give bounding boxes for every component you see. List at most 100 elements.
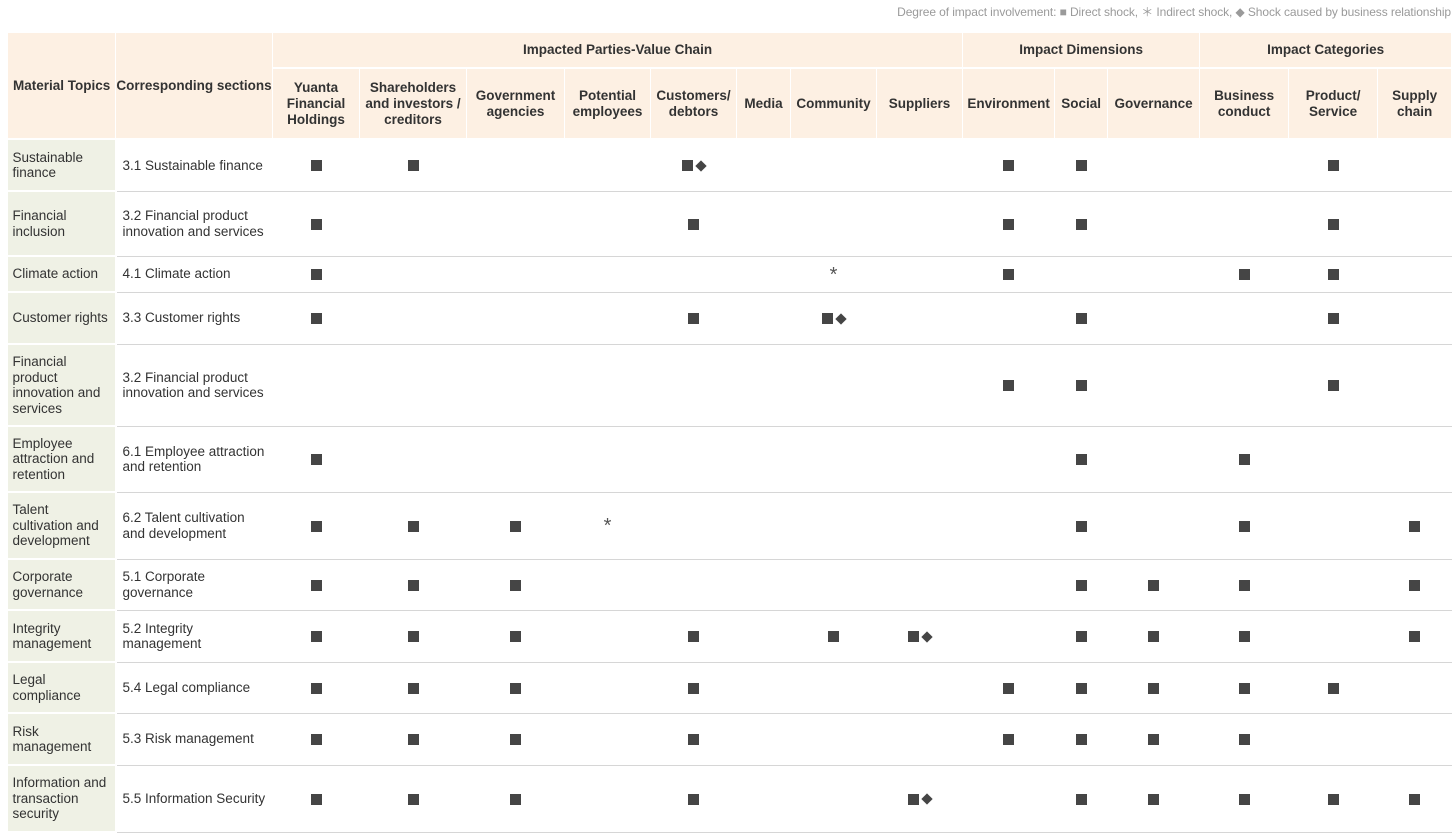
row-section: 5.2 Integrity management <box>115 610 273 663</box>
cell-governance <box>1107 292 1200 345</box>
direct-shock-icon <box>310 160 322 172</box>
cell-government-agencies <box>466 713 565 766</box>
cell-potential-employees <box>564 256 651 293</box>
direct-shock-icon <box>1409 579 1421 591</box>
cell-potential-employees <box>564 662 651 714</box>
cell-customers-debtors <box>650 713 737 766</box>
direct-shock-icon <box>1238 631 1250 643</box>
row-section: 5.1 Corporate governance <box>115 559 273 611</box>
header-group-impacted-parties-value-chain: Impacted Parties-Value Chain <box>271 33 964 69</box>
row-section: 5.5 Information Security <box>115 765 273 833</box>
row-topic: Risk management <box>7 713 117 766</box>
cell-potential-employees <box>564 344 651 427</box>
cell-suppliers <box>876 256 963 293</box>
direct-shock-icon <box>1003 160 1015 172</box>
cell-social <box>1054 610 1108 663</box>
cell-suppliers <box>876 191 963 257</box>
cell-shareholders-and-investors-creditors <box>359 292 467 345</box>
direct-shock-icon <box>407 631 419 643</box>
direct-shock-icon <box>1327 313 1339 325</box>
direct-shock-icon <box>1327 269 1339 281</box>
cell-shareholders-and-investors-creditors <box>359 191 467 257</box>
cell-customers-debtors <box>650 765 737 833</box>
cell-product-service <box>1288 765 1378 833</box>
cell-environment <box>962 139 1055 192</box>
cell-business-conduct <box>1199 292 1289 345</box>
cell-governance <box>1107 492 1200 560</box>
direct-shock-icon <box>682 160 693 172</box>
header-col-potential-employees: Potential employees <box>564 68 651 140</box>
cell-environment <box>962 191 1055 257</box>
cell-business-conduct <box>1199 191 1289 257</box>
table-row: Information and transaction security 5.5 … <box>7 765 1452 833</box>
table-row: Financial inclusion 3.2 Financial product… <box>7 191 1452 257</box>
cell-community <box>790 426 877 493</box>
cell-yuanta-financial-holdings <box>272 765 360 833</box>
cell-potential-employees <box>564 713 651 766</box>
cell-business-conduct <box>1199 713 1289 766</box>
cell-shareholders-and-investors-creditors <box>359 139 467 192</box>
direct-shock-icon <box>1409 793 1421 805</box>
cell-media <box>736 559 791 611</box>
indirect-shock-icon: * <box>829 263 838 286</box>
cell-potential-employees <box>564 426 651 493</box>
cell-community <box>790 662 877 714</box>
cell-governance <box>1107 344 1200 427</box>
header-col-media: Media <box>736 68 791 140</box>
row-section: 3.3 Customer rights <box>115 292 273 345</box>
header-col-social: Social <box>1054 68 1109 140</box>
cell-environment <box>962 662 1055 714</box>
cell-yuanta-financial-holdings <box>272 292 360 345</box>
header-col-yuanta-financial-holdings: Yuanta Financial Holdings <box>272 68 360 140</box>
cell-media <box>736 713 791 766</box>
cell-supply-chain <box>1377 765 1452 833</box>
cell-suppliers <box>876 559 963 611</box>
cell-customers-debtors <box>650 256 737 293</box>
header-col-business-conduct: Business conduct <box>1199 68 1290 140</box>
cell-media <box>736 765 791 833</box>
header-col-community: Community <box>790 68 877 140</box>
cell-governance <box>1107 426 1200 493</box>
direct-shock-icon <box>1148 793 1160 805</box>
cell-social <box>1054 559 1108 611</box>
row-topic: Financial inclusion <box>7 191 117 257</box>
direct-shock-icon <box>310 520 322 532</box>
impact-table: Material Topics Corresponding sections Imp… <box>7 33 1453 833</box>
cell-supply-chain <box>1377 492 1452 560</box>
direct-shock-icon <box>1327 682 1339 694</box>
cell-yuanta-financial-holdings <box>272 191 360 257</box>
cell-supply-chain <box>1377 713 1452 766</box>
cell-social <box>1054 713 1108 766</box>
cell-supply-chain <box>1377 610 1452 663</box>
cell-media <box>736 662 791 714</box>
cell-governance <box>1107 559 1200 611</box>
direct-shock-icon <box>1327 380 1339 392</box>
row-section: 3.2 Financial product innovation and ser… <box>115 344 273 427</box>
table-row: Sustainable finance 3.1 Sustainable finan… <box>7 139 1452 192</box>
cell-suppliers <box>876 426 963 493</box>
cell-government-agencies <box>466 256 565 293</box>
cell-customers-debtors <box>650 559 737 611</box>
direct-shock-icon <box>407 734 419 746</box>
direct-shock-icon: ■ <box>1059 5 1067 19</box>
cell-suppliers <box>876 292 963 345</box>
cell-product-service <box>1288 492 1378 560</box>
direct-shock-icon <box>310 218 322 230</box>
direct-shock-icon <box>908 793 920 805</box>
direct-shock-icon <box>1075 454 1087 466</box>
header-col-government-agencies: Government agencies <box>466 68 565 140</box>
table-body: Sustainable finance 3.1 Sustainable finan… <box>7 139 1452 833</box>
direct-shock-icon <box>1075 579 1087 591</box>
cell-supply-chain <box>1377 292 1452 345</box>
cell-yuanta-financial-holdings <box>272 139 360 192</box>
cell-environment <box>962 610 1055 663</box>
cell-government-agencies <box>466 559 565 611</box>
cell-product-service <box>1288 139 1378 192</box>
cell-environment <box>962 492 1055 560</box>
direct-shock-icon <box>1148 734 1160 746</box>
direct-shock-icon <box>1327 160 1339 172</box>
row-section: 6.2 Talent cultivation and development <box>115 492 273 560</box>
direct-shock-icon <box>908 631 920 643</box>
table-row: Legal compliance 5.4 Legal compliance <box>7 662 1452 714</box>
direct-shock-icon <box>1148 682 1160 694</box>
